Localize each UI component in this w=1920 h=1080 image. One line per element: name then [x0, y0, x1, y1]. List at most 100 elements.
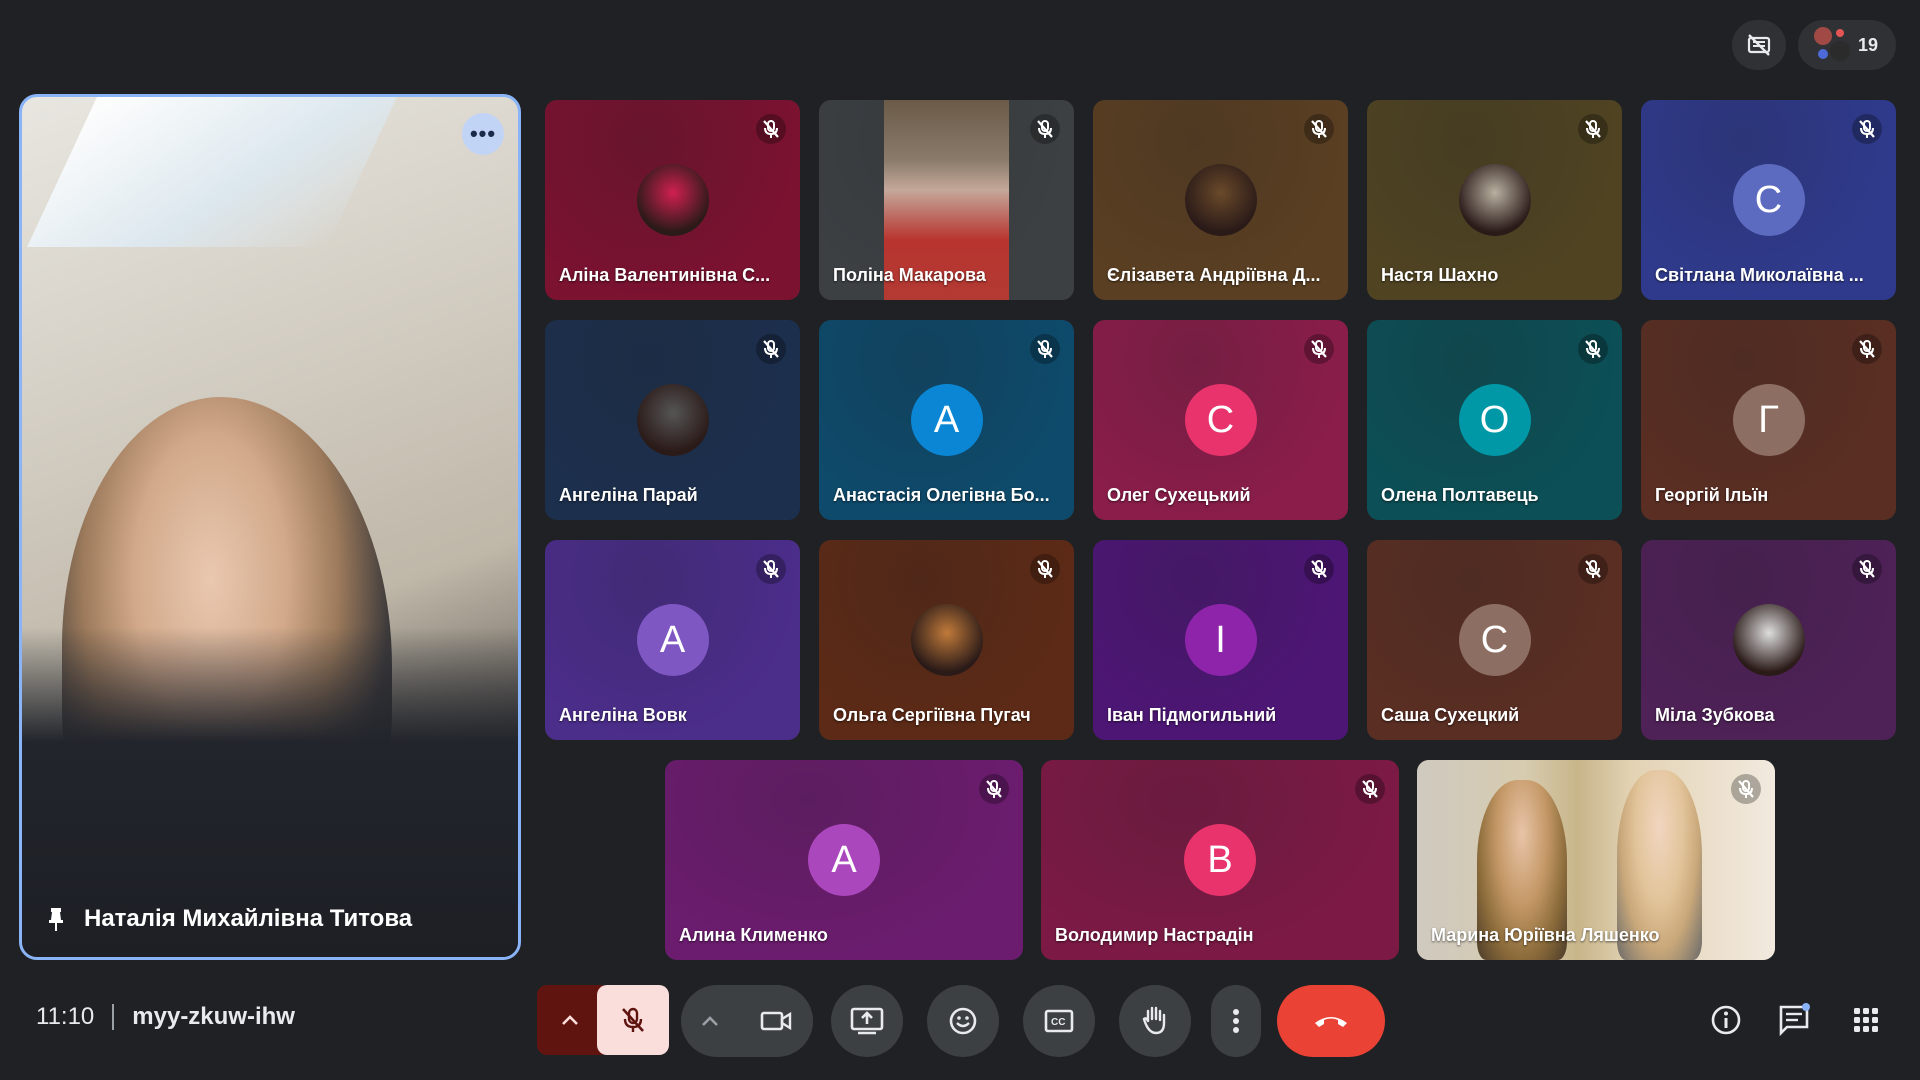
leave-call-button[interactable]	[1277, 985, 1385, 1057]
participant-tile[interactable]: А Анастасія Олегівна Бо...	[819, 320, 1074, 520]
participants-button[interactable]: 19	[1797, 20, 1896, 70]
mic-off-icon	[1585, 340, 1601, 358]
muted-indicator	[1578, 114, 1608, 144]
avatar	[636, 384, 709, 456]
divider	[112, 1004, 115, 1030]
muted-indicator	[1304, 554, 1334, 584]
muted-indicator	[1578, 554, 1608, 584]
avatar: А	[808, 824, 880, 896]
mic-off-icon	[1859, 340, 1875, 358]
participant-tile[interactable]: А Алина Клименко	[665, 760, 1023, 960]
end-call-icon	[1315, 1017, 1347, 1027]
avatar: Г	[1732, 384, 1805, 456]
muted-indicator	[1852, 554, 1882, 584]
participant-name: Настя Шахно	[1381, 265, 1499, 285]
participant-tile[interactable]: Міла Зубкова	[1641, 540, 1896, 740]
participant-tile[interactable]: І Іван Підмогильний	[1093, 540, 1348, 740]
chat-button[interactable]	[1774, 1000, 1814, 1040]
participant-name: Олена Полтавець	[1381, 485, 1539, 505]
emoji-icon	[949, 1007, 977, 1035]
mic-off-icon	[1037, 340, 1053, 358]
mic-off-icon	[1859, 560, 1875, 578]
mic-off-icon	[1362, 780, 1378, 798]
activities-button[interactable]	[1846, 1000, 1886, 1040]
layout-toggle-button[interactable]	[1731, 20, 1786, 70]
more-vert-icon	[1233, 1009, 1239, 1033]
avatar: С	[1458, 604, 1531, 676]
avatar: І	[1184, 604, 1257, 676]
reactions-button[interactable]	[927, 985, 999, 1057]
participant-name: Саша Сухецкий	[1381, 705, 1520, 725]
participant-tile[interactable]: В Володимир Настрадін	[1041, 760, 1399, 960]
muted-indicator	[756, 334, 786, 364]
participant-tile[interactable]: Настя Шахно	[1367, 100, 1622, 300]
unread-dot	[1802, 1003, 1810, 1011]
avatar	[1732, 604, 1805, 676]
raise-hand-button[interactable]	[1119, 985, 1191, 1057]
avatar	[1458, 164, 1531, 236]
present-screen-button[interactable]	[831, 985, 903, 1057]
muted-indicator	[1852, 334, 1882, 364]
participant-tile[interactable]: Єлізавета Андріївна Д...	[1093, 100, 1348, 300]
camera-toggle-button[interactable]	[739, 985, 813, 1057]
participant-name: Єлізавета Андріївна Д...	[1107, 265, 1321, 285]
captions-button[interactable]: CC	[1023, 985, 1095, 1057]
participant-tile[interactable]: Ольга Сергіївна Пугач	[819, 540, 1074, 740]
participant-name: Володимир Настрадін	[1055, 925, 1254, 945]
participant-tile[interactable]: Ангеліна Парай	[545, 320, 800, 520]
participant-name: Анастасія Олегівна Бо...	[833, 485, 1050, 505]
participant-name: Ольга Сергіївна Пугач	[833, 705, 1031, 725]
mic-off-icon	[1311, 120, 1327, 138]
muted-indicator	[1731, 774, 1761, 804]
apps-grid-icon	[1854, 1008, 1878, 1032]
mic-off-icon	[1311, 560, 1327, 578]
mic-off-icon	[1585, 120, 1601, 138]
more-options-menu-button[interactable]	[1211, 985, 1261, 1057]
participant-tile[interactable]: Аліна Валентинівна С...	[545, 100, 800, 300]
participant-avatars	[1812, 27, 1852, 63]
chat-icon	[1779, 1003, 1810, 1037]
ceiling-lamp	[27, 97, 397, 247]
mic-options-button[interactable]	[537, 985, 603, 1055]
participant-tile[interactable]: Марина Юріївна Ляшенко	[1417, 760, 1775, 960]
svg-text:CC: CC	[1051, 1017, 1065, 1028]
more-options-button[interactable]: •••	[462, 113, 504, 155]
participant-tile[interactable]: С Олег Сухецький	[1093, 320, 1348, 520]
pinned-speaker-tile[interactable]: ••• Наталія Михайлівна Титова	[19, 94, 521, 960]
participant-name: Світлана Миколаївна ...	[1655, 265, 1864, 285]
meeting-info: 11:10 myy-zkuw-ihw	[36, 1003, 295, 1031]
avatar	[636, 164, 709, 236]
participant-tile[interactable]: А Ангеліна Вовк	[545, 540, 800, 740]
speaker-name: Наталія Михайлівна Титова	[84, 905, 413, 932]
muted-indicator	[1030, 334, 1060, 364]
muted-indicator	[1304, 334, 1334, 364]
avatar: А	[636, 604, 709, 676]
muted-indicator	[1578, 334, 1608, 364]
participant-tile[interactable]: Поліна Макарова	[819, 100, 1074, 300]
participant-tile[interactable]: Г Георгій Ільїн	[1641, 320, 1896, 520]
muted-indicator	[1030, 114, 1060, 144]
participant-tile[interactable]: С Світлана Миколаївна ...	[1641, 100, 1896, 300]
avatar: О	[1458, 384, 1531, 456]
mic-off-icon	[1859, 120, 1875, 138]
participant-tile[interactable]: С Саша Сухецкий	[1367, 540, 1622, 740]
muted-indicator	[756, 114, 786, 144]
participant-name: Георгій Ільїн	[1655, 485, 1769, 505]
raise-hand-icon	[1142, 1006, 1166, 1035]
mic-off-icon	[1037, 560, 1053, 578]
muted-indicator	[756, 554, 786, 584]
meeting-code: myy-zkuw-ihw	[132, 1003, 295, 1030]
avatar: С	[1184, 384, 1257, 456]
avatar: С	[1732, 164, 1805, 236]
mic-off-icon	[1311, 340, 1327, 358]
participant-tile[interactable]: О Олена Полтавець	[1367, 320, 1622, 520]
muted-indicator	[1355, 774, 1385, 804]
mic-control-group	[537, 985, 669, 1055]
avatar: А	[910, 384, 983, 456]
participant-name: Олег Сухецький	[1107, 485, 1251, 505]
meeting-details-button[interactable]	[1706, 1000, 1746, 1040]
participant-name: Міла Зубкова	[1655, 705, 1775, 725]
participant-name: Поліна Макарова	[833, 265, 986, 285]
camera-options-button[interactable]	[681, 1015, 739, 1027]
mic-toggle-button[interactable]	[597, 985, 669, 1055]
